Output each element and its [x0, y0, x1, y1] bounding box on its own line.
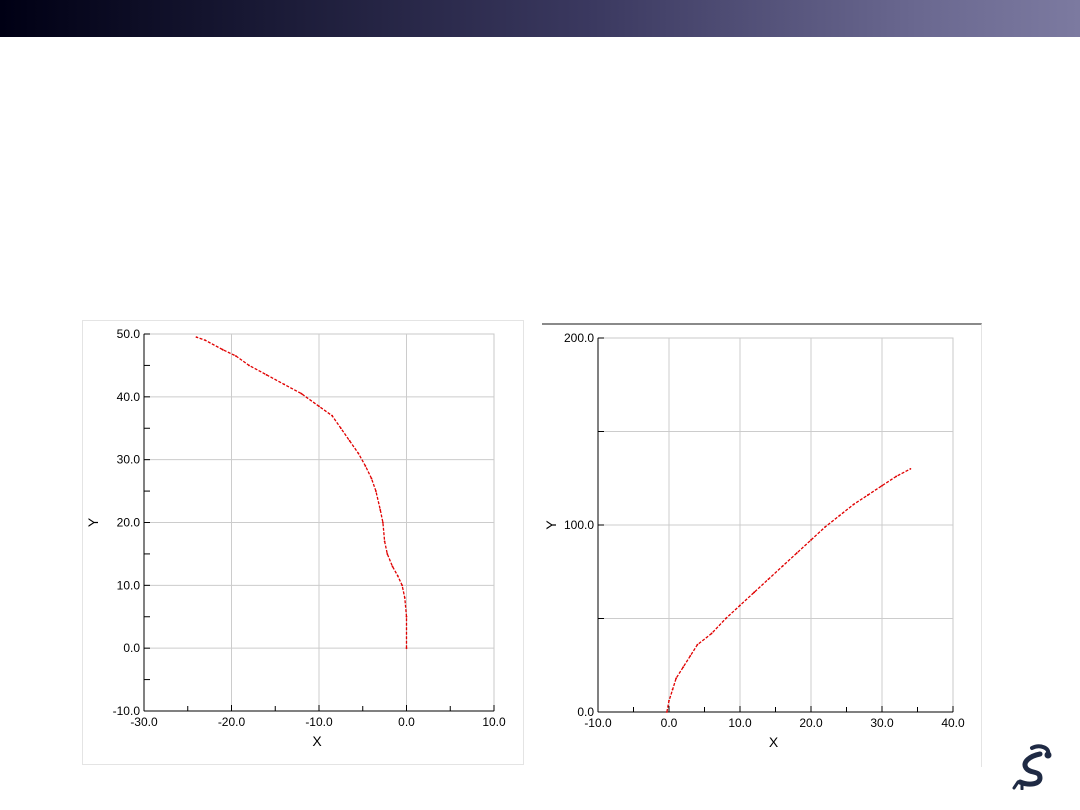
data-point: [724, 617, 727, 620]
data-point: [895, 475, 898, 478]
chart-left: -30.0 -20.0 -10.0 0.0 10.0-10.00.010.020.030…: [85, 327, 506, 749]
data-point: [381, 521, 384, 524]
data-point: [374, 490, 377, 492]
y-axis-title: Y: [543, 520, 559, 530]
data-point: [339, 427, 342, 430]
data-point: [265, 373, 268, 376]
data-point: [331, 414, 334, 417]
data-point: [795, 552, 798, 554]
data-point: [405, 647, 408, 650]
x-tick-label: -10.0: [305, 715, 333, 729]
x-tick-label: 10.0: [482, 715, 506, 729]
data-point: [824, 525, 827, 528]
y-tick-label: 0.0: [577, 705, 594, 719]
data-point: [838, 514, 841, 517]
data-point: [767, 578, 770, 581]
data-point: [396, 575, 399, 577]
y-tick-label: 0.0: [123, 641, 140, 655]
data-point: [401, 584, 404, 587]
chart-right: -10.0 0.0 10.0 20.0 30.0 40.00.0100.0200.0XY: [543, 331, 965, 750]
data-point: [221, 348, 224, 351]
data-point: [881, 484, 883, 487]
y-tick-label: 20.0: [117, 516, 141, 530]
data-point: [195, 336, 198, 339]
y-tick-label: 50.0: [117, 327, 141, 341]
data-point: [357, 452, 360, 455]
data-point: [370, 477, 373, 480]
x-tick-label: -20.0: [218, 715, 246, 729]
data-point: [283, 383, 285, 386]
data-point: [852, 503, 855, 506]
data-point: [909, 468, 912, 470]
data-point: [383, 540, 386, 543]
x-tick-label: 10.0: [728, 716, 752, 730]
data-point: [689, 655, 692, 657]
robot-arm-logo-icon: [1012, 744, 1052, 790]
data-point: [696, 643, 699, 646]
data-point: [364, 465, 367, 467]
data-point: [248, 364, 250, 367]
y-tick-label: 200.0: [564, 331, 594, 345]
data-point: [739, 604, 741, 607]
data-point: [665, 711, 668, 713]
data-point: [781, 565, 784, 568]
data-point: [671, 688, 674, 691]
x-tick-label: 40.0: [941, 716, 965, 730]
x-tick-label: 20.0: [799, 716, 823, 730]
data-point: [300, 392, 303, 395]
data-point: [675, 677, 677, 680]
data-point: [682, 666, 685, 669]
data-point: [753, 591, 756, 594]
data-point: [318, 405, 320, 408]
data-point: [403, 597, 406, 599]
data-point: [348, 439, 351, 442]
data-point: [405, 615, 408, 618]
chart-panel-right: -10.0 0.0 10.0 20.0 30.0 40.0 0.0 100.0 200.0 X Y: [542, 323, 982, 767]
x-axis-title: X: [312, 733, 322, 749]
y-tick-label: 30.0: [117, 453, 141, 467]
chart-panel-left: -30.0 -20.0 -10.0 0.0 10.0 -10.0 0.0 10.0 20.0 30…: [82, 320, 524, 765]
data-point: [391, 565, 394, 568]
y-tick-label: 10.0: [117, 578, 141, 592]
data-point: [386, 553, 389, 555]
x-tick-label: 0.0: [398, 715, 415, 729]
x-tick-label: 0.0: [661, 716, 678, 730]
data-point: [379, 509, 382, 511]
y-tick-label: -10.0: [113, 704, 141, 718]
y-axis-title: Y: [85, 517, 101, 527]
data-point: [234, 355, 237, 357]
data-point: [810, 539, 812, 541]
data-point: [204, 339, 207, 342]
y-tick-label: 100.0: [564, 518, 594, 532]
data-point: [866, 494, 869, 496]
header-bar: [0, 0, 1080, 37]
y-tick-label: 40.0: [117, 390, 141, 404]
x-axis-title: X: [769, 734, 779, 750]
x-tick-label: 30.0: [870, 716, 894, 730]
data-point: [668, 699, 670, 702]
data-point: [710, 632, 713, 635]
